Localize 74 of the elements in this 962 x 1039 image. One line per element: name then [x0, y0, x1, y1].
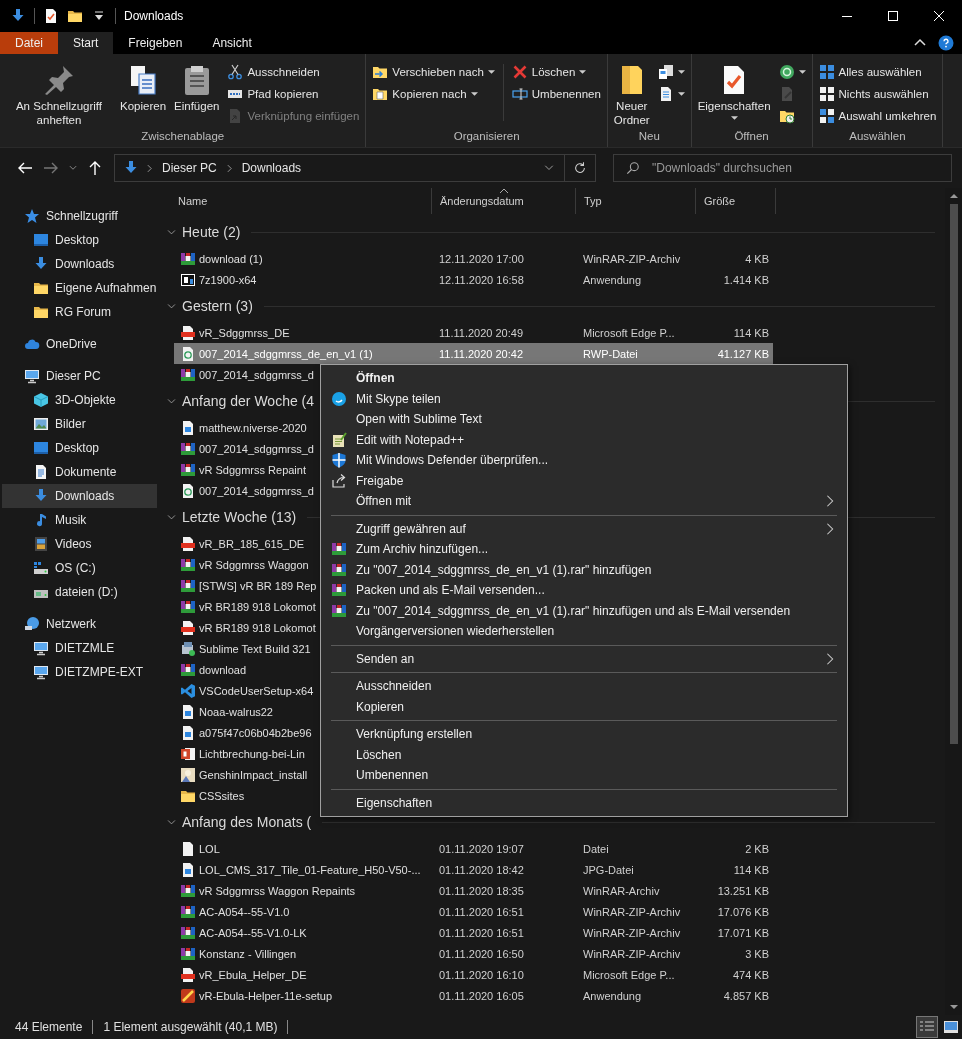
file-name: Konstanz - Villingen [199, 947, 297, 960]
group-title: Neu [638, 129, 660, 144]
file-size: 41.127 KB [716, 347, 769, 360]
modified-date: 01.11.2020 16:50 [439, 947, 525, 960]
file-type: WinRAR-ZIP-Archiv [583, 905, 682, 918]
file-size: 4.857 KB [722, 989, 769, 1002]
modified-date: 11.11.2020 20:49 [439, 326, 524, 339]
file-name: [STWS] vR BR 189 Rep [199, 579, 317, 592]
file-size: 114 KB [732, 863, 769, 876]
selection-info: 1 Element ausgewählt (40,1 MB) [103, 1020, 278, 1034]
modified-date: 01.11.2020 18:42 [439, 863, 525, 876]
file-type: RWP-Datei [583, 347, 639, 360]
file-size: 474 KB [731, 968, 769, 981]
modified-date: 01.11.2020 16:05 [439, 989, 525, 1002]
file-size: 4 KB [744, 252, 769, 265]
file-size: 2 KB [744, 842, 769, 855]
group-title: Organisieren [453, 129, 520, 144]
group-title: Auswählen [849, 129, 906, 144]
file-name: vR BR189 918 Lokomot [199, 600, 316, 613]
window-title: Downloads [124, 9, 184, 23]
modified-date: 01.11.2020 18:35 [439, 884, 525, 897]
file-name: LOL [199, 842, 220, 855]
file-type: Microsoft Edge P... [583, 326, 676, 339]
file-type: WinRAR-Archiv [583, 884, 661, 897]
file-size: 17.071 KB [716, 926, 769, 939]
file-name: matthew.niverse-2020 [199, 421, 307, 434]
file-name: a075f47c06b04b2be96 [199, 726, 312, 739]
file-name: Noaa-walrus22 [199, 705, 273, 718]
file-name: vR BR189 918 Lokomot [199, 621, 316, 634]
file-name: vR_Sdggmrss_DE [199, 326, 290, 339]
file-name: vR Sdggmrss Waggon Repaints [199, 884, 356, 897]
modified-date: 11.11.2020 20:42 [439, 347, 524, 360]
file-name: 007_2014_sdggmrss_d [199, 484, 314, 497]
file-type: Datei [583, 842, 610, 855]
file-type: WinRAR-ZIP-Archiv [583, 947, 682, 960]
modified-date: 01.11.2020 16:10 [439, 968, 525, 981]
file-type: JPG-Datei [583, 863, 635, 876]
group-title: Öffnen [734, 129, 769, 144]
modified-date: 01.11.2020 16:51 [439, 926, 525, 939]
file-name: Lichtbrechung-bei-Lin [199, 747, 305, 760]
file-size: 17.076 KB [716, 905, 769, 918]
file-name: vR_BR_185_615_DE [199, 537, 305, 550]
file-name: AC-A054--55-V1.0-LK [199, 926, 307, 939]
file-name: vR-Ebula-Helper-11e-setup [199, 989, 333, 1002]
file-type: Anwendung [583, 273, 643, 286]
file-size: 1.414 KB [722, 273, 769, 286]
file-type: WinRAR-ZIP-Archiv [583, 252, 682, 265]
file-name: vR Sdggmrss Waggon [199, 558, 309, 571]
file-name: download (1) [199, 252, 263, 265]
file-name: VSCodeUserSetup-x64 [199, 684, 314, 697]
group-title: Zwischenablage [141, 129, 225, 144]
file-name: GenshinImpact_install [199, 768, 308, 781]
file-name: CSSsites [199, 789, 245, 802]
file-name: vR Sdggmrss Repaint [199, 463, 306, 476]
file-type: Microsoft Edge P... [583, 968, 676, 981]
modified-date: 01.11.2020 16:51 [439, 905, 525, 918]
modified-date: 12.11.2020 17:00 [439, 252, 525, 265]
item-count: 44 Elemente [15, 1020, 83, 1034]
file-type: WinRAR-ZIP-Archiv [583, 926, 682, 939]
file-name: download [199, 663, 247, 676]
file-name: vR_Ebula_Helper_DE [199, 968, 307, 981]
file-name: 007_2014_sdggmrss_d [199, 368, 314, 381]
file-name: 007_2014_sdggmrss_d [199, 442, 314, 455]
file-name: Sublime Text Build 321 [199, 642, 311, 655]
file-name: LOL_CMS_317_Tile_01-Feature_H50-V50-... [199, 863, 421, 876]
file-size: 3 KB [744, 947, 769, 960]
file-name: AC-A054--55-V1.0 [199, 905, 290, 918]
file-name: 7z1900-x64 [199, 273, 257, 286]
file-size: 114 KB [732, 326, 769, 339]
file-size: 13.251 KB [716, 884, 769, 897]
file-type: Anwendung [583, 989, 643, 1002]
file-name: 007_2014_sdggmrss_de_en_v1 (1) [199, 347, 373, 360]
modified-date: 01.11.2020 19:07 [439, 842, 525, 855]
modified-date: 12.11.2020 16:58 [439, 273, 525, 286]
